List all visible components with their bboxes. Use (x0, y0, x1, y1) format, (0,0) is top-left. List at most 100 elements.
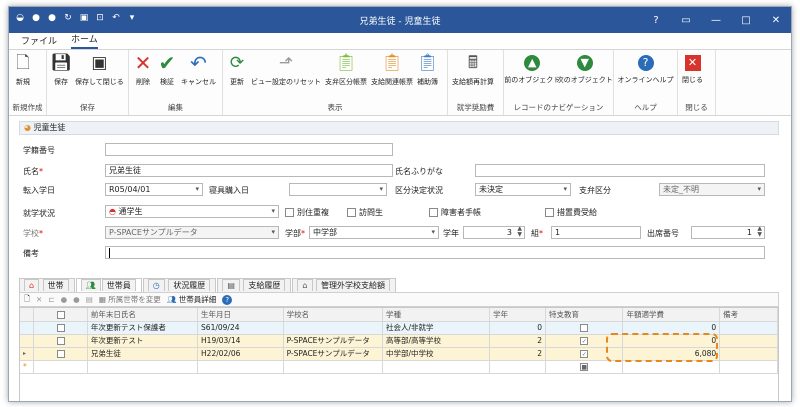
betsu-checkbox[interactable]: 別住重複 (285, 207, 329, 218)
cell-name[interactable]: 年次更新テスト (87, 334, 199, 348)
col-header[interactable]: 年額適学費 (622, 308, 721, 322)
cell-note[interactable] (719, 334, 778, 348)
new-row-cell[interactable] (382, 360, 491, 374)
gakuseki-input[interactable] (105, 143, 393, 156)
cell-type[interactable]: 中学部/中学校 (382, 347, 491, 361)
row-select-cell[interactable] (33, 347, 88, 361)
detail-tabs: ⌂ 世帯 👥︎ 世帯員 ◷ 状況履歴 ▤ 支給履歴 ⌂ 管理外学校支給額 (19, 278, 397, 292)
dropdown-arrow-icon[interactable]: ▾ (271, 206, 275, 217)
cell-school[interactable]: P-SPACEサンプルデータ (283, 347, 383, 361)
maximize-button[interactable]: □ (731, 7, 761, 33)
minimize-button[interactable]: — (701, 7, 731, 33)
new-row-cell[interactable] (197, 360, 284, 374)
new-row-icon[interactable]: 🗋 (24, 293, 30, 306)
shingu-date-input[interactable]: ▾ (289, 183, 387, 196)
new-row-cell[interactable] (33, 360, 88, 374)
col-header[interactable]: 特支教育 (545, 308, 624, 322)
cell-school[interactable]: P-SPACEサンプルデータ (283, 334, 383, 348)
tab-setai[interactable]: ⌂ 世帯 (19, 278, 75, 292)
shogai-checkbox[interactable]: 障害者手帳 (429, 207, 481, 218)
checkbox-box[interactable] (347, 208, 356, 217)
members-icon: 👥︎ (166, 295, 177, 304)
dropdown-arrow-icon[interactable]: ▾ (431, 227, 435, 238)
dropdown-arrow-icon[interactable]: ▾ (195, 184, 199, 195)
col-header[interactable]: 前年末日氏名 (87, 308, 199, 322)
report-icon[interactable]: ▤ (86, 295, 93, 304)
cell-grade[interactable]: 0 (489, 321, 546, 335)
cell-type[interactable]: 高等部/高等学校 (382, 334, 491, 348)
close-window-button[interactable]: ✕ (761, 7, 791, 33)
ribbon-group-nav: ▲ 前のオブジェクト ▼ 次のオブジェクト レコードのナビゲーション (504, 50, 614, 115)
cell-dob[interactable]: S61/09/24 (197, 321, 284, 335)
help-icon[interactable]: ? (641, 7, 671, 33)
shusseki-label: 出席番号 (647, 229, 679, 238)
row-checkbox[interactable] (56, 337, 65, 345)
tennyu-date-input[interactable]: R05/04/01 ▾ (105, 183, 203, 196)
new-row-cell[interactable] (87, 360, 199, 374)
link-icon[interactable]: ⊏ (48, 295, 54, 304)
row-checkbox[interactable] (56, 350, 65, 358)
tab-kanrigai[interactable]: ⌂ 管理外学校支給額 (292, 278, 397, 292)
dropdown-arrow-icon[interactable]: ▾ (563, 184, 567, 195)
spinner-arrows-icon[interactable]: ▲ ▼ (517, 227, 522, 238)
tab-home[interactable]: ホーム (71, 32, 98, 49)
select-all-checkbox[interactable] (56, 310, 65, 319)
new-row-cell[interactable] (719, 360, 778, 374)
checkbox-box[interactable] (285, 208, 294, 217)
delete-row-icon[interactable]: ✕ (36, 295, 42, 304)
cell-grade[interactable]: 2 (489, 334, 546, 348)
next-record-icon[interactable]: ● (73, 295, 80, 304)
bu-select[interactable]: 中学部 ▾ (309, 226, 439, 239)
sochi-checkbox[interactable]: 措置費受給 (545, 207, 597, 218)
row-checkbox[interactable] (56, 324, 65, 332)
cell-note[interactable] (719, 321, 778, 335)
kubun-select[interactable]: 未決定 ▾ (475, 183, 571, 196)
cell-dob[interactable]: H19/03/14 (197, 334, 284, 348)
tokushi-checkbox[interactable] (580, 324, 589, 332)
cell-dob[interactable]: H22/02/06 (197, 347, 284, 361)
checkbox-box[interactable] (429, 208, 438, 217)
cell-name[interactable]: 年次更新テスト保護者 (87, 321, 199, 335)
cell-grade[interactable]: 2 (489, 347, 546, 361)
tab-file[interactable]: ファイル (21, 34, 57, 49)
new-row-cell[interactable] (283, 360, 383, 374)
col-header[interactable]: 学年 (489, 308, 546, 322)
grid-select-all[interactable] (33, 308, 88, 322)
tokushi-checkbox-checked[interactable]: ✓ (580, 350, 589, 358)
tokushi-checkbox-checked[interactable]: ✓ (580, 337, 589, 345)
name-input[interactable]: 兄弟生徒 (105, 164, 393, 177)
change-household-button[interactable]: ▦ 所属世帯を変更 (99, 294, 161, 305)
prev-record-icon[interactable]: ● (61, 295, 68, 304)
grid-help-icon[interactable]: ? (222, 294, 233, 305)
cell-name[interactable]: 兄弟生徒 (87, 347, 199, 361)
shugaku-select[interactable]: ◓ 通学生 ▾ (105, 205, 279, 218)
new-row-cell[interactable] (489, 360, 546, 374)
col-header[interactable]: 備考 (719, 308, 778, 322)
shusseki-spinner[interactable]: 1 ▲ ▼ (691, 226, 765, 239)
student-icon: ◓ (109, 207, 116, 216)
nen-spinner[interactable]: 3 ▲ ▼ (463, 226, 525, 239)
indeterminate-checkbox[interactable]: ■ (580, 363, 589, 371)
checkbox-box[interactable] (545, 208, 554, 217)
tab-joukyou[interactable]: ◷ 状況履歴 (142, 278, 217, 292)
cell-type[interactable]: 社会人/非就学 (382, 321, 491, 335)
tab-shikyu[interactable]: ▤ 支給履歴 (217, 278, 292, 292)
spinner-arrows-icon[interactable]: ▲ ▼ (757, 227, 762, 238)
tab-setaiin[interactable]: 👥︎ 世帯員 (75, 278, 142, 292)
cell-school[interactable] (283, 321, 383, 335)
member-detail-button[interactable]: 👥︎ 世帯員詳細 (167, 294, 216, 305)
col-header[interactable]: 学種 (382, 308, 491, 322)
ribbon-display-icon[interactable]: ▭ (671, 7, 701, 33)
row-select-cell[interactable] (33, 321, 88, 335)
school-select: P-SPACEサンプルデータ ▾ (105, 226, 279, 239)
kumi-input[interactable]: 1 (551, 226, 641, 239)
dropdown-arrow-icon[interactable]: ▾ (379, 184, 383, 195)
kana-input[interactable] (475, 164, 765, 177)
biko-input[interactable] (105, 246, 765, 259)
clipboard-blue-icon: 📋︎ (416, 53, 439, 73)
row-select-cell[interactable] (33, 334, 88, 348)
col-header[interactable]: 生年月日 (197, 308, 284, 322)
col-header[interactable]: 学校名 (283, 308, 383, 322)
houmon-checkbox[interactable]: 訪問生 (347, 207, 383, 218)
cell-note[interactable] (719, 347, 778, 361)
